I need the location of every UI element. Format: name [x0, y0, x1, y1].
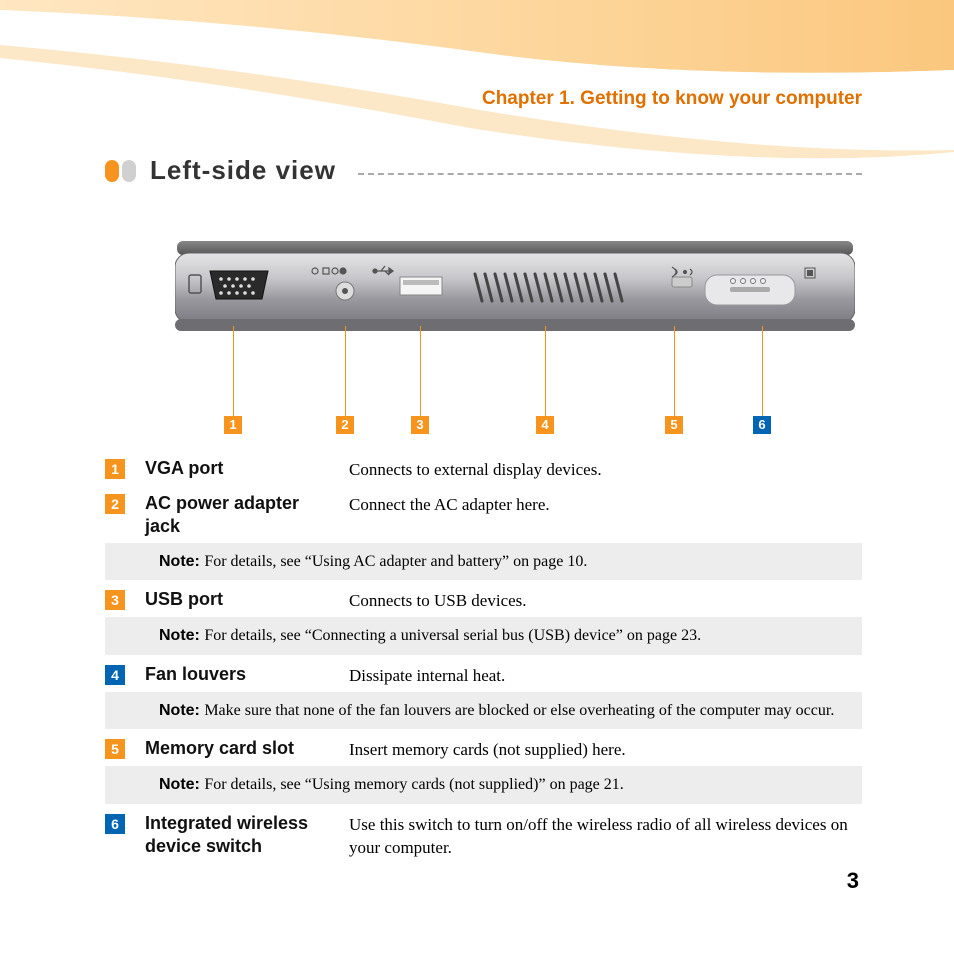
section-ornament [105, 160, 136, 182]
left-side-diagram: 1 2 3 4 5 6 [105, 241, 862, 441]
desc-row-5: 5 Memory card slot Insert memory cards (no… [105, 731, 862, 766]
callout-line [674, 326, 675, 416]
item-text: Connects to USB devices. [349, 588, 862, 613]
laptop-side-illustration [175, 241, 855, 336]
item-badge-6: 6 [105, 814, 125, 834]
page-number: 3 [847, 868, 859, 894]
item-label: Memory card slot [145, 737, 335, 760]
item-label: Integrated wireless device switch [145, 812, 335, 859]
item-badge-4: 4 [105, 665, 125, 685]
desc-row-3: 3 USB port Connects to USB devices. [105, 582, 862, 617]
callout-line [420, 326, 421, 416]
note-prefix: Note: [159, 627, 204, 644]
note-row: Note: For details, see “Using memory car… [105, 766, 862, 804]
callout-line [233, 326, 234, 416]
desc-row-6: 6 Integrated wireless device switch Use th… [105, 806, 862, 864]
note-text: Note: For details, see “Using AC adapter… [159, 551, 862, 573]
item-label: VGA port [145, 457, 335, 480]
section-title: Left-side view [150, 155, 336, 186]
item-badge-3: 3 [105, 590, 125, 610]
item-label: AC power adapter jack [145, 492, 335, 539]
callout-line [545, 326, 546, 416]
chapter-title: Chapter 1. Getting to know your computer [482, 88, 862, 110]
note-prefix: Note: [159, 553, 204, 570]
callout-line [345, 326, 346, 416]
note-prefix: Note: [159, 702, 204, 719]
item-badge-5: 5 [105, 739, 125, 759]
callout-badge-5: 5 [665, 416, 683, 434]
item-label: USB port [145, 588, 335, 611]
item-text: Insert memory cards (not supplied) here. [349, 737, 862, 762]
desc-row-1: 1 VGA port Connects to external display de… [105, 451, 862, 486]
note-prefix: Note: [159, 776, 204, 793]
callout-badge-2: 2 [336, 416, 354, 434]
section-header: Left-side view [105, 155, 862, 186]
note-row: Note: For details, see “Using AC adapter… [105, 543, 862, 581]
callout-badge-6: 6 [753, 416, 771, 434]
callout-line [762, 326, 763, 416]
desc-row-2: 2 AC power adapter jack Connect the AC ada… [105, 486, 862, 543]
item-text: Use this switch to turn on/off the wirel… [349, 812, 862, 860]
item-text: Connect the AC adapter here. [349, 492, 862, 517]
note-row: Note: Make sure that none of the fan lou… [105, 692, 862, 730]
callout-badge-4: 4 [536, 416, 554, 434]
section-divider [358, 173, 862, 175]
desc-row-4: 4 Fan louvers Dissipate internal heat. [105, 657, 862, 692]
item-text: Connects to external display devices. [349, 457, 862, 482]
note-text: Note: Make sure that none of the fan lou… [159, 700, 862, 722]
item-badge-2: 2 [105, 494, 125, 514]
callout-badge-3: 3 [411, 416, 429, 434]
note-text: Note: For details, see “Using memory car… [159, 774, 862, 796]
item-label: Fan louvers [145, 663, 335, 686]
note-row: Note: For details, see “Connecting a uni… [105, 617, 862, 655]
description-table: 1 VGA port Connects to external display de… [105, 451, 862, 864]
item-badge-1: 1 [105, 459, 125, 479]
callout-badge-1: 1 [224, 416, 242, 434]
item-text: Dissipate internal heat. [349, 663, 862, 688]
note-text: Note: For details, see “Connecting a uni… [159, 625, 862, 647]
